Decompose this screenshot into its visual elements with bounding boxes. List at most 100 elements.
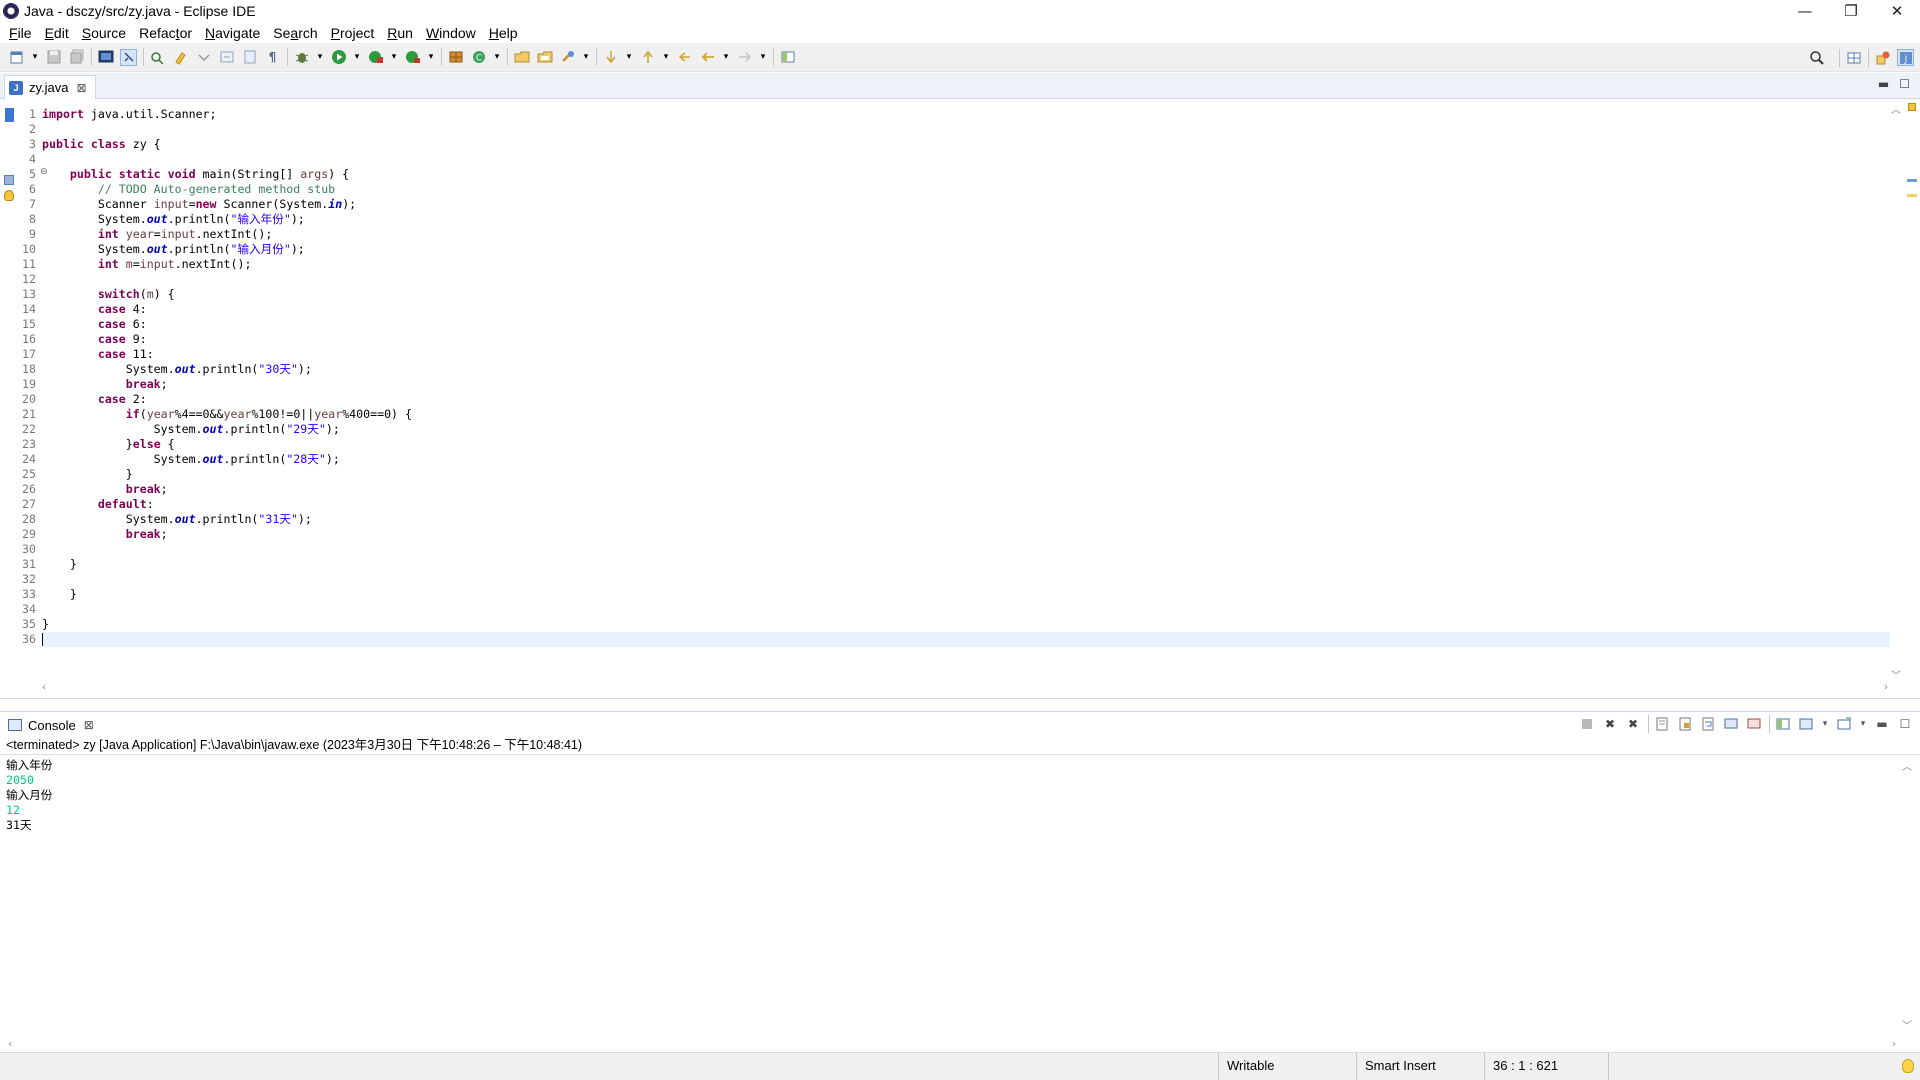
code-line[interactable] [42, 272, 1890, 287]
back-dropdown-icon[interactable]: ▾ [722, 49, 730, 66]
scroll-left-icon[interactable]: ‹ [42, 682, 46, 693]
external-tools-icon[interactable] [404, 49, 421, 66]
cursor-position-status[interactable]: 36 : 1 : 621 [1484, 1053, 1608, 1080]
code-line[interactable]: case 2: [42, 392, 1890, 407]
next-annotation-icon[interactable] [195, 49, 212, 66]
code-line[interactable]: public static void main(String[] args) { [42, 167, 1890, 182]
code-line[interactable]: // TODO Auto-generated method stub [42, 182, 1890, 197]
menu-search[interactable]: Search [268, 25, 322, 41]
code-line[interactable] [42, 152, 1890, 167]
code-line[interactable]: System.out.println("输入年份"); [42, 212, 1890, 227]
code-line[interactable]: Scanner input=new Scanner(System.in); [42, 197, 1890, 212]
open-type-dialog-icon[interactable] [513, 49, 530, 66]
show-whitespace-icon[interactable]: ¶ [264, 49, 281, 66]
save-icon[interactable] [45, 49, 62, 66]
code-line[interactable]: break; [42, 482, 1890, 497]
code-line[interactable]: break; [42, 377, 1890, 392]
code-line[interactable]: System.out.println("30天"); [42, 362, 1890, 377]
tip-bulb-icon[interactable] [1902, 1059, 1914, 1073]
new-java-package-icon[interactable] [447, 49, 464, 66]
code-line[interactable]: case 11: [42, 347, 1890, 362]
close-icon[interactable]: ⊠ [84, 718, 94, 732]
open-console-dropdown-icon[interactable]: ▾ [1859, 716, 1867, 732]
minimize-pane-icon[interactable]: ▬ [1878, 77, 1889, 91]
highlight-icon[interactable] [172, 49, 189, 66]
code-line[interactable]: } [42, 557, 1890, 572]
remove-launch-icon[interactable]: ✖ [1602, 716, 1618, 732]
coverage-icon[interactable] [367, 49, 384, 66]
forward-dropdown-icon[interactable]: ▾ [759, 49, 767, 66]
search-tool-dropdown-icon[interactable]: ▾ [582, 49, 590, 66]
editor-vertical-scrollbar[interactable]: ︿ ﹀ [1890, 99, 1902, 698]
overview-ruler[interactable] [1904, 99, 1920, 698]
back-icon[interactable] [699, 49, 716, 66]
console-output[interactable]: 输入年份 2050 输入月份 12 31天 ︿ ﹀ ‹ › [0, 756, 1920, 1052]
code-line[interactable] [42, 572, 1890, 587]
run-icon[interactable] [330, 49, 347, 66]
prev-edit-icon[interactable] [639, 49, 656, 66]
scroll-lock-icon[interactable] [1677, 716, 1693, 732]
code-line[interactable]: System.out.println("31天"); [42, 512, 1890, 527]
new-dropdown-icon[interactable]: ▾ [31, 49, 39, 66]
code-line[interactable]: default: [42, 497, 1890, 512]
menu-run[interactable]: Run [382, 25, 418, 41]
open-task-icon[interactable] [536, 49, 553, 66]
remove-all-terminated-icon[interactable]: ✖ [1625, 716, 1641, 732]
restore-button[interactable]: ❐ [1828, 0, 1874, 22]
save-all-icon[interactable] [68, 49, 85, 66]
open-console-icon[interactable] [1836, 716, 1852, 732]
menu-edit[interactable]: Edit [40, 25, 74, 41]
code-line[interactable]: } [42, 617, 1890, 632]
scroll-right-icon[interactable]: › [1884, 682, 1888, 693]
minimize-button[interactable]: — [1782, 0, 1828, 22]
code-editor[interactable]: 1 2 3 4 5 6 7 8 9 10 11 12 13 14 15 16 17 18 19 20 21 22 23 24 2… [0, 99, 1920, 699]
terminate-icon[interactable] [1579, 716, 1595, 732]
code-line[interactable]: switch(m) { [42, 287, 1890, 302]
open-type-icon[interactable] [149, 49, 166, 66]
code-line[interactable] [42, 542, 1890, 557]
editor-horizontal-scrollbar[interactable]: ‹ › [40, 682, 1890, 694]
code-line[interactable]: case 6: [42, 317, 1890, 332]
next-edit-dropdown-icon[interactable]: ▾ [625, 49, 633, 66]
code-line[interactable]: int m=input.nextInt(); [42, 257, 1890, 272]
scroll-up-icon[interactable]: ︿ [1902, 758, 1912, 773]
search-icon[interactable] [1808, 49, 1825, 66]
menu-help[interactable]: Help [484, 25, 523, 41]
code-line[interactable]: public class zy { [42, 137, 1890, 152]
prev-edit-dropdown-icon[interactable]: ▾ [662, 49, 670, 66]
toggle-mark-icon[interactable] [120, 48, 137, 66]
prev-annotation-icon[interactable] [218, 49, 235, 66]
code-line[interactable]: System.out.println("输入月份"); [42, 242, 1890, 257]
menu-refactor[interactable]: Refactor [134, 25, 197, 41]
scroll-up-icon[interactable]: ︿ [1891, 101, 1901, 116]
menu-source[interactable]: Source [77, 25, 131, 41]
last-edit-icon[interactable] [676, 49, 693, 66]
code-line[interactable] [42, 602, 1890, 617]
terminal-icon[interactable] [97, 49, 114, 66]
open-perspective-icon[interactable] [1845, 49, 1862, 66]
debug-dropdown-icon[interactable]: ▾ [316, 49, 324, 66]
coverage-dropdown-icon[interactable]: ▾ [390, 49, 398, 66]
maximize-pane-icon[interactable]: ☐ [1897, 716, 1913, 732]
scroll-down-icon[interactable]: ﹀ [1891, 667, 1901, 682]
menu-navigate[interactable]: Navigate [200, 25, 265, 41]
tab-zy-java[interactable]: J zy.java ⊠ [4, 75, 96, 99]
tab-console[interactable]: Console ⊠ [4, 714, 100, 736]
code-line[interactable]: System.out.println("28天"); [42, 452, 1890, 467]
new-java-class-dropdown-icon[interactable]: ▾ [493, 49, 501, 66]
close-button[interactable]: ✕ [1874, 0, 1920, 22]
git-perspective-icon[interactable] [1874, 49, 1891, 66]
code-line[interactable]: } [42, 587, 1890, 602]
code-line[interactable]: } [42, 467, 1890, 482]
run-dropdown-icon[interactable]: ▾ [353, 49, 361, 66]
show-stdout-icon[interactable] [1723, 716, 1739, 732]
show-stderr-icon[interactable] [1746, 716, 1762, 732]
word-wrap-console-icon[interactable] [1700, 716, 1716, 732]
code-line[interactable] [42, 632, 1890, 647]
code-line[interactable]: System.out.println("29天"); [42, 422, 1890, 437]
close-icon[interactable]: ⊠ [77, 81, 87, 95]
next-edit-icon[interactable] [602, 49, 619, 66]
scroll-left-icon[interactable]: ‹ [8, 1039, 12, 1050]
code-line[interactable]: case 4: [42, 302, 1890, 317]
insert-mode-status[interactable]: Smart Insert [1356, 1053, 1484, 1080]
